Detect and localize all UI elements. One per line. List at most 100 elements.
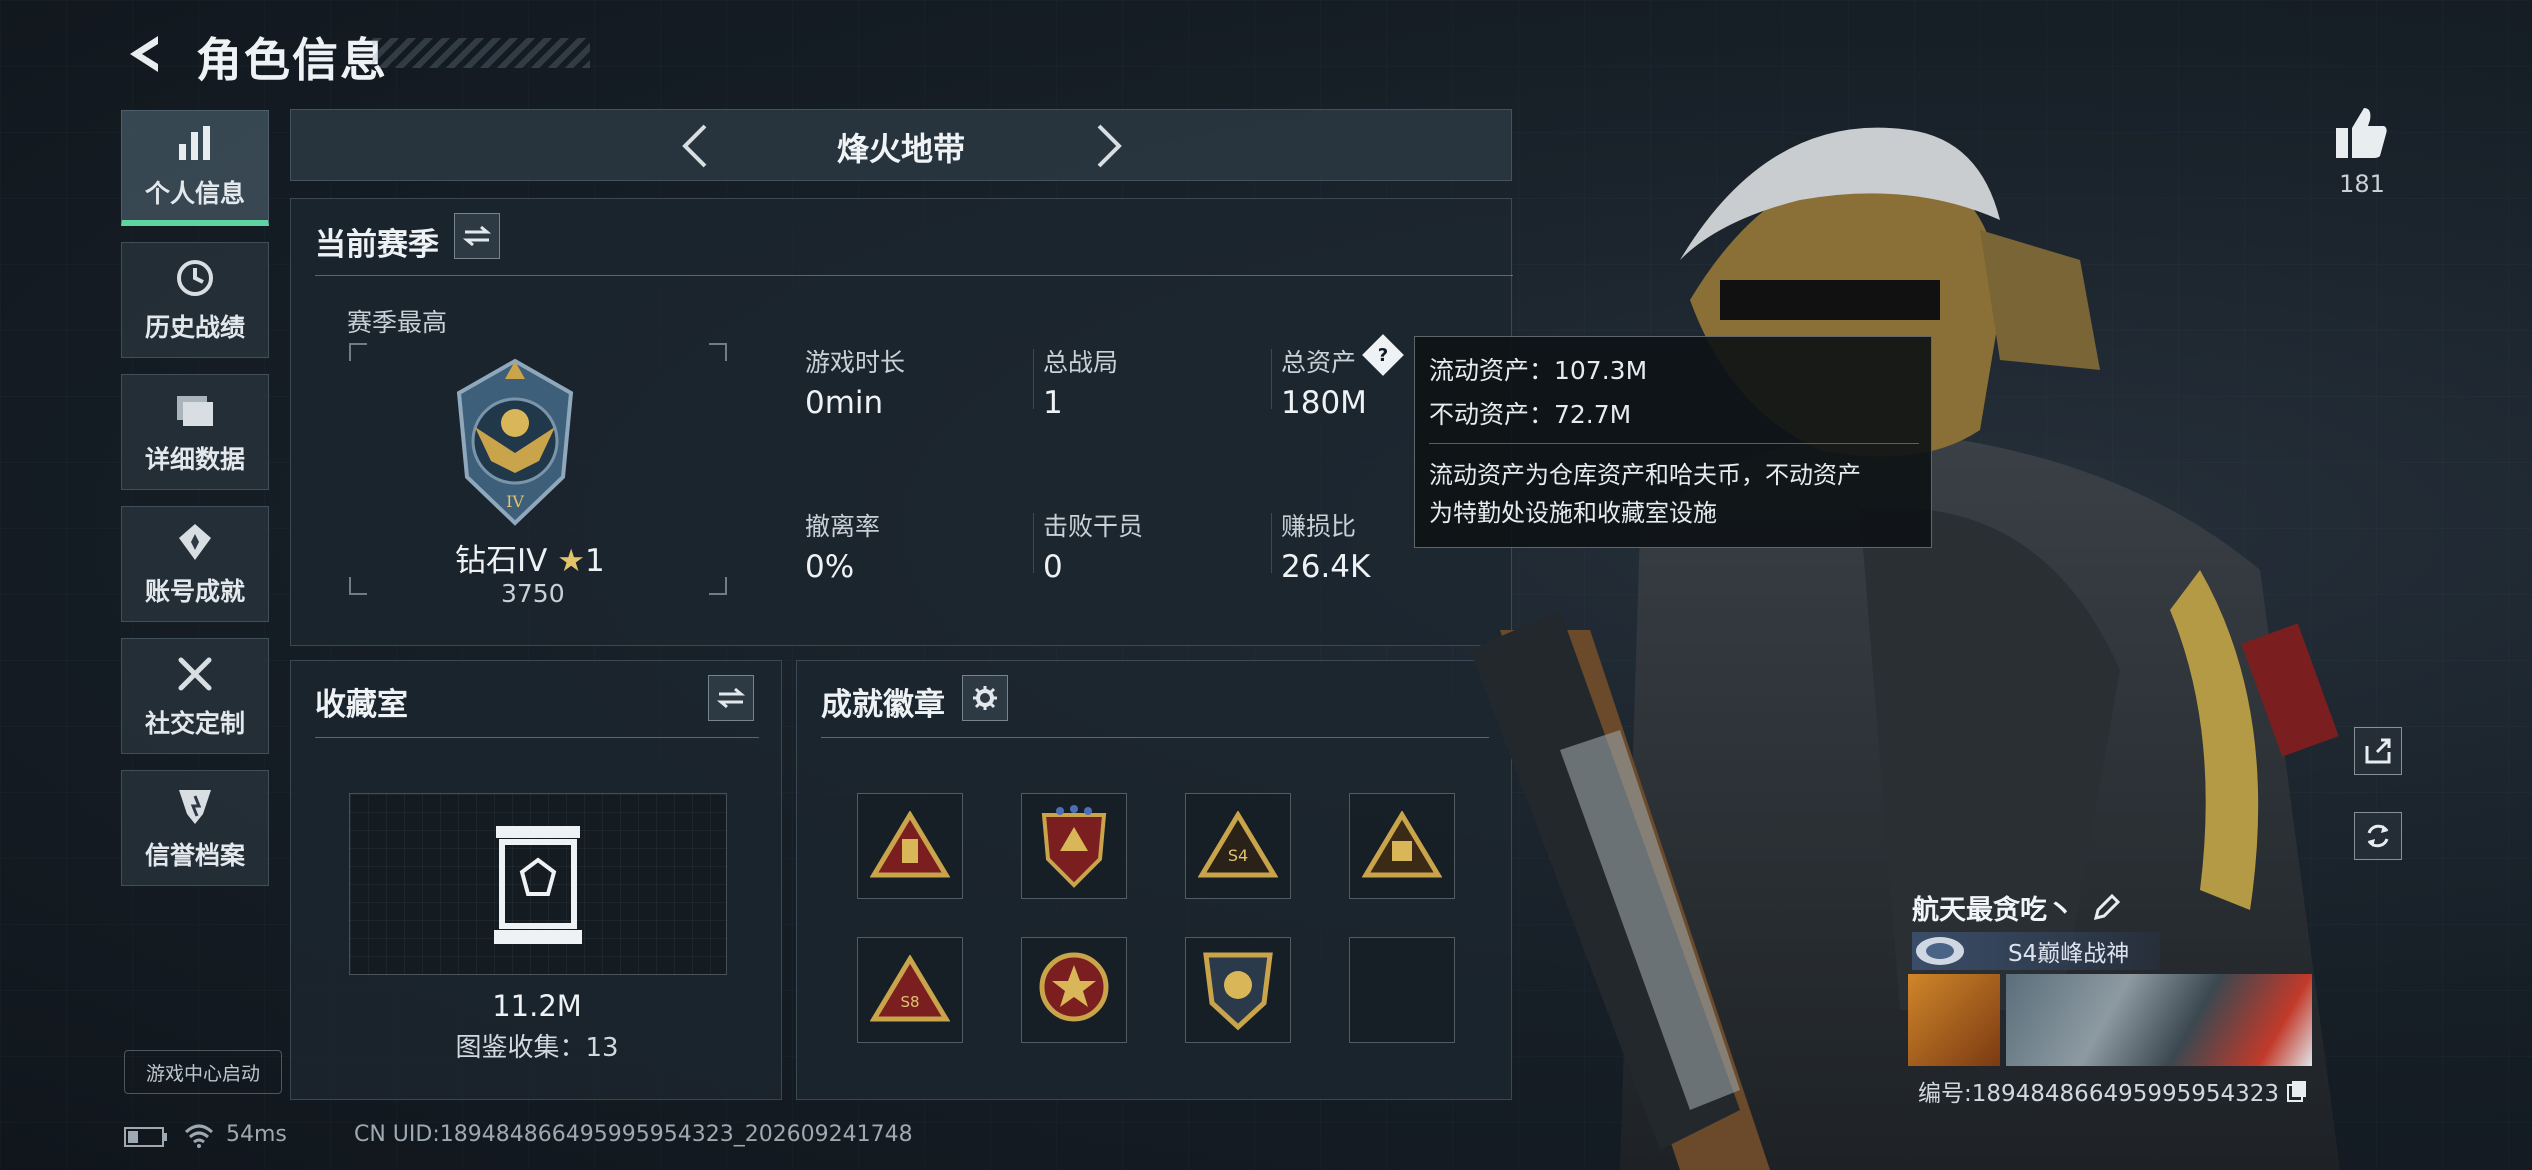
collection-value: 11.2M — [492, 989, 582, 1023]
game-center-launch-button[interactable]: 游戏中心启动 — [124, 1050, 282, 1094]
card-strip[interactable] — [1908, 974, 2312, 1066]
star-medal-badge-icon — [1039, 952, 1109, 1022]
badge-slot[interactable] — [1021, 793, 1127, 899]
copy-icon[interactable] — [2285, 1079, 2309, 1103]
season-best-label: 赛季最高 — [347, 308, 448, 337]
stat-value-profit-ratio: 26.4K — [1281, 549, 1371, 585]
badge-slot[interactable] — [1021, 937, 1127, 1043]
player-name: 航天最贪吃丶 — [1912, 895, 2074, 926]
frame-corner — [709, 577, 727, 595]
gold-shield-badge-icon — [1203, 952, 1273, 1031]
sidebar-item-social[interactable]: 社交定制 — [121, 638, 269, 754]
like-count: 181 — [2339, 170, 2385, 198]
wifi-icon — [184, 1124, 214, 1148]
svg-text:S8: S8 — [900, 993, 919, 1011]
sidebar-item-label: 个人信息 — [144, 178, 245, 208]
season-panel: 当前赛季 赛季最高 IV 钻石IV ★1 3750 游戏时长 0min 总战局 … — [290, 198, 1513, 646]
frame-corner — [349, 343, 367, 361]
sidebar-item-label: 信誉档案 — [144, 841, 245, 870]
refresh-icon — [2367, 824, 2389, 848]
bar-chart-icon — [179, 125, 210, 160]
stat-label-extract-rate: 撤离率 — [805, 512, 881, 541]
stat-label-playtime: 游戏时长 — [805, 348, 906, 377]
sidebar-item-label: 详细数据 — [144, 445, 245, 474]
cn-uid: CN UID:189484866495995954323_20260924174… — [354, 1122, 913, 1147]
sidebar-item-detailed-data[interactable]: 详细数据 — [121, 374, 269, 490]
frame-corner — [349, 577, 367, 595]
divider — [315, 737, 759, 738]
rank-line: 钻石IV ★1 — [455, 535, 605, 580]
collection-panel: 收藏室 11.2M 图鉴收集：13 — [290, 660, 782, 1100]
svg-text:S4: S4 — [1228, 846, 1248, 865]
gear-icon — [973, 686, 997, 710]
tooltip-description-line1: 流动资产为仓库资产和哈夫币，不动资产 — [1429, 461, 1861, 489]
triangle-badge-icon — [870, 811, 950, 878]
tooltip-description-line2: 为特勤处设施和收藏室设施 — [1429, 499, 1717, 527]
title-badge: S4巅峰战神 — [1912, 932, 2160, 970]
sidebar-item-label: 账号成就 — [144, 577, 245, 606]
next-mode-arrow-icon[interactable] — [1081, 120, 1133, 172]
divider — [1271, 513, 1272, 573]
badge-slot[interactable]: S8 — [857, 937, 963, 1043]
help-icon[interactable]: ? — [1362, 334, 1404, 376]
triangle-badge-icon — [1362, 811, 1442, 878]
thumbs-up-icon[interactable] — [2332, 104, 2390, 162]
diamond-rank-emblem-icon: IV — [456, 358, 574, 526]
divider — [821, 737, 1489, 738]
stat-label-matches: 总战局 — [1043, 348, 1119, 377]
svg-text:IV: IV — [506, 492, 524, 511]
sidebar-item-label: 社交定制 — [144, 709, 245, 738]
ping-latency: 54ms — [226, 1122, 287, 1147]
divider — [1033, 513, 1034, 573]
stat-label-total-assets: 总资产 — [1281, 348, 1357, 377]
rank-score: 3750 — [501, 579, 565, 608]
sidebar-item-personal-info[interactable]: 个人信息 — [121, 110, 269, 226]
stat-value-total-assets: 180M — [1281, 385, 1367, 421]
season-switch-button[interactable] — [454, 213, 500, 259]
share-icon — [2365, 738, 2391, 764]
swap-icon — [717, 687, 745, 709]
badge-slot[interactable]: S4 — [1185, 793, 1291, 899]
share-button[interactable] — [2354, 727, 2402, 775]
tools-icon — [178, 657, 212, 691]
badge-slot[interactable] — [857, 793, 963, 899]
stat-label-profit-ratio: 赚损比 — [1281, 512, 1357, 541]
page-title: 角色信息 — [196, 33, 388, 87]
sidebar-item-reputation[interactable]: 信誉档案 — [121, 770, 269, 886]
stat-value-playtime: 0min — [805, 385, 884, 421]
sidebar-item-achievements[interactable]: 账号成就 — [121, 506, 269, 622]
star-icon: ★ — [557, 543, 586, 579]
divider — [1429, 443, 1919, 444]
stat-value-matches: 1 — [1043, 385, 1063, 421]
rank-name: 钻石IV — [455, 543, 548, 579]
stat-value-extract-rate: 0% — [805, 549, 855, 585]
badge-settings-button[interactable] — [962, 675, 1008, 721]
mode-name: 烽火地带 — [836, 130, 965, 168]
shield-badge-icon — [1041, 805, 1107, 888]
tooltip-fixed-assets: 不动资产：72.7M — [1429, 400, 1632, 429]
title-badge-label: S4巅峰战神 — [2008, 941, 2130, 967]
card-avatar-image — [1908, 974, 2000, 1066]
game-center-label: 游戏中心启动 — [145, 1062, 260, 1085]
refresh-button[interactable] — [2354, 812, 2402, 860]
display-case-icon — [494, 826, 582, 944]
collection-switch-button[interactable] — [708, 675, 754, 721]
season-title: 当前赛季 — [315, 227, 439, 263]
back-arrow-icon[interactable] — [118, 28, 170, 80]
s4-badge-icon: S4 — [1198, 811, 1278, 878]
sidebar-item-label: 历史战绩 — [144, 313, 245, 342]
sidebar-item-history[interactable]: 历史战绩 — [121, 242, 269, 358]
divider — [315, 275, 1513, 276]
title-decoration — [372, 38, 590, 68]
player-name-row: 航天最贪吃丶 — [1912, 888, 2120, 927]
badge-slot[interactable] — [1185, 937, 1291, 1043]
title-emblem-icon — [1916, 937, 1964, 965]
stat-value-kills: 0 — [1043, 549, 1063, 585]
shield-icon — [179, 790, 211, 824]
stat-label-kills: 击败干员 — [1043, 512, 1144, 541]
player-id: 编号:189484866495995954323 — [1918, 1081, 2280, 1107]
edit-pencil-icon[interactable] — [2092, 893, 2120, 922]
mode-selector: 烽火地带 — [290, 109, 1512, 181]
clock-icon — [177, 260, 213, 296]
collection-preview[interactable] — [349, 793, 727, 975]
